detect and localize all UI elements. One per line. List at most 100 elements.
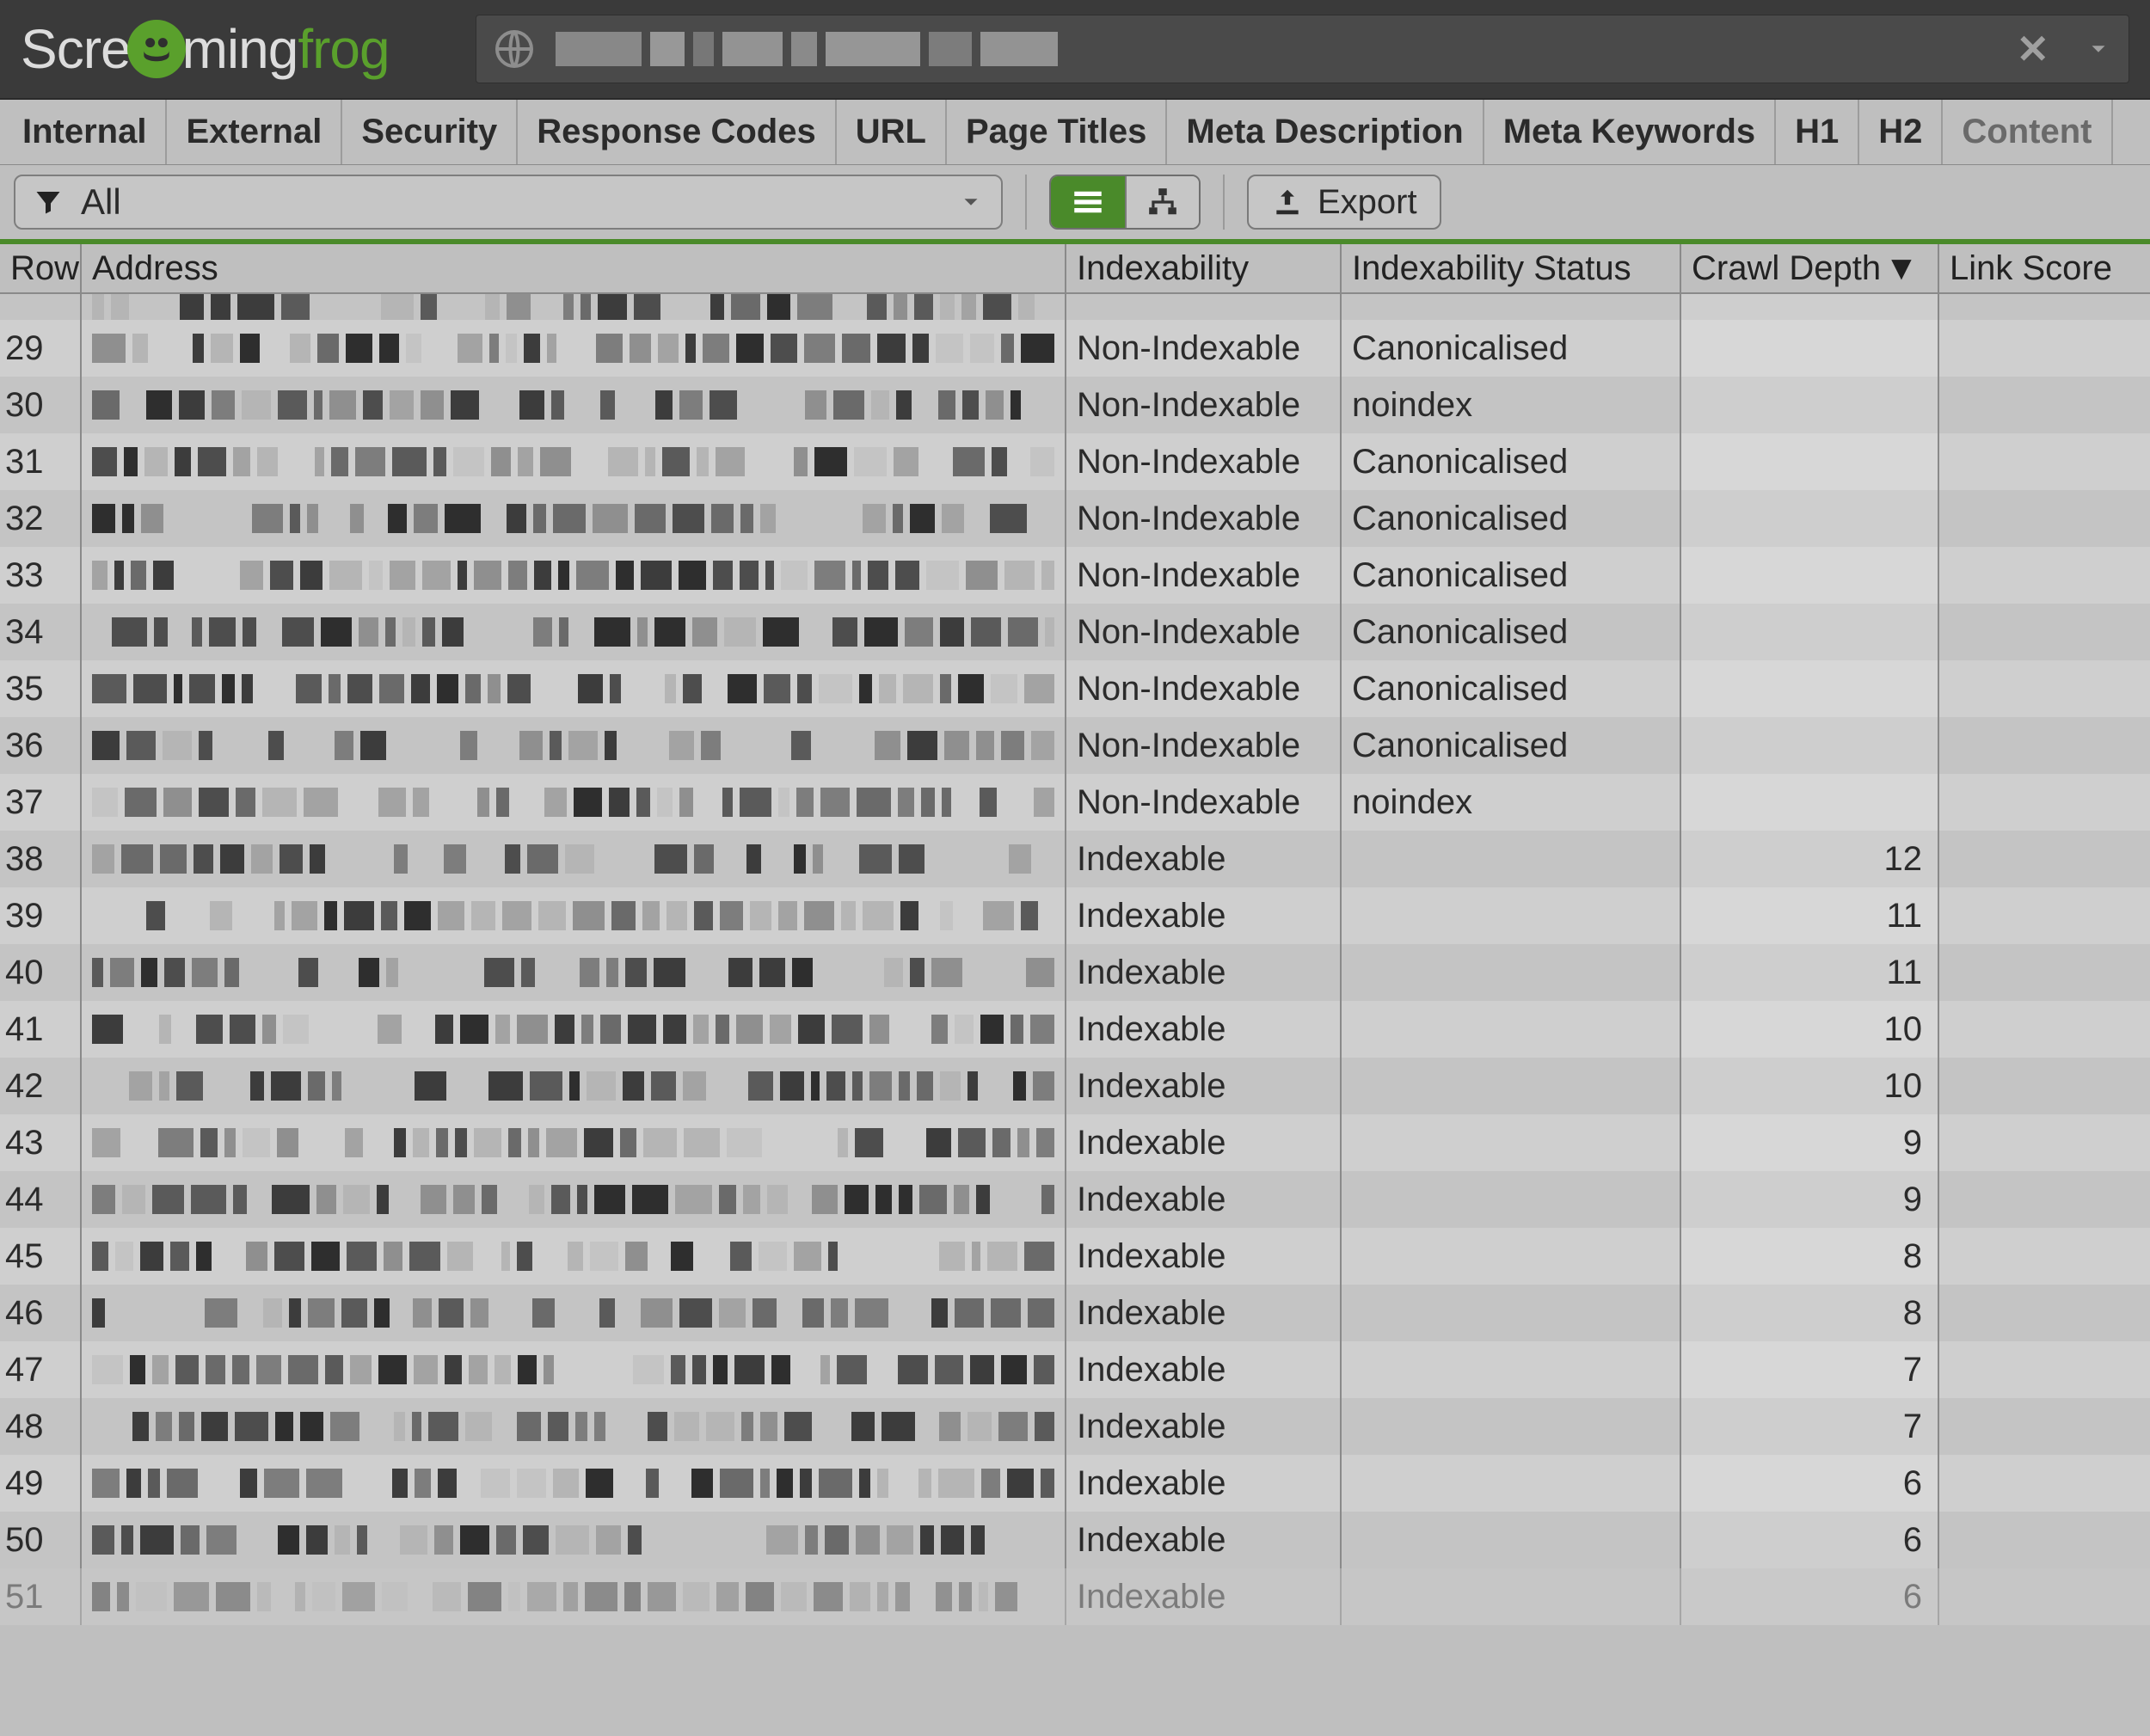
cell-indexability: Non-Indexable [1066,320,1342,377]
col-address[interactable]: Address [82,244,1066,292]
cell-crawl-depth [1681,433,1939,490]
clear-url-icon[interactable]: ✕ [2016,26,2049,72]
cell-indexability: Non-Indexable [1066,774,1342,831]
tree-view-button[interactable] [1125,176,1199,228]
cell-row: 45 [0,1228,82,1285]
cell-address [82,1285,1066,1341]
table-row[interactable]: 39Indexable11 [0,887,2150,944]
table-row[interactable]: 48Indexable7 [0,1398,2150,1455]
table-row[interactable]: 40Indexable11 [0,944,2150,1001]
tab-response-codes[interactable]: Response Codes [518,100,837,164]
tab-internal[interactable]: Internal [3,100,167,164]
cell-crawl-depth [1681,604,1939,660]
cell-link-score [1939,1455,2150,1512]
col-row[interactable]: Row [0,244,82,292]
cell-row: 46 [0,1285,82,1341]
cell-link-score [1939,887,2150,944]
export-button[interactable]: Export [1247,175,1441,230]
tab-security[interactable]: Security [342,100,518,164]
cell-crawl-depth: 9 [1681,1171,1939,1228]
table-row[interactable]: 38Indexable12 [0,831,2150,887]
table-row[interactable]: 33Non-IndexableCanonicalised [0,547,2150,604]
filter-dropdown[interactable]: All [14,175,1003,230]
list-icon [1070,184,1106,220]
table-row[interactable]: 42Indexable10 [0,1058,2150,1114]
cell-indexability: Indexable [1066,1001,1342,1058]
tab-external[interactable]: External [167,100,342,164]
toolbar: All Export [0,165,2150,244]
cell-row: 48 [0,1398,82,1455]
table-row[interactable]: 47Indexable7 [0,1341,2150,1398]
cell-crawl-depth: 6 [1681,1455,1939,1512]
col-link-score[interactable]: Link Score [1939,244,2150,292]
address-redacted [92,446,1054,477]
table-row[interactable]: 46Indexable8 [0,1285,2150,1341]
cell-link-score [1939,320,2150,377]
col-indexability[interactable]: Indexability [1066,244,1342,292]
cell-address [82,1058,1066,1114]
cell-indexability-status [1342,1341,1681,1398]
cell-address [82,831,1066,887]
tab-h1[interactable]: H1 [1776,100,1859,164]
col-crawl-depth[interactable]: Crawl Depth ▼ [1681,244,1939,292]
table-row[interactable]: 35Non-IndexableCanonicalised [0,660,2150,717]
cell-address [82,377,1066,433]
tab-content[interactable]: Content [1943,100,2112,164]
cell-indexability-status [1342,1568,1681,1625]
cell-crawl-depth [1681,320,1939,377]
table-row[interactable]: 32Non-IndexableCanonicalised [0,490,2150,547]
table-row[interactable]: 29Non-IndexableCanonicalised [0,320,2150,377]
table-header: Row Address Indexability Indexability St… [0,244,2150,294]
table-row[interactable]: 30Non-Indexablenoindex [0,377,2150,433]
tab-page-titles[interactable]: Page Titles [947,100,1167,164]
table-row[interactable]: 45Indexable8 [0,1228,2150,1285]
cell-crawl-depth: 7 [1681,1341,1939,1398]
table-row[interactable]: 37Non-Indexablenoindex [0,774,2150,831]
url-dropdown-icon[interactable] [2086,36,2111,62]
table-row[interactable]: 51Indexable6 [0,1568,2150,1625]
table-row[interactable]: 44Indexable9 [0,1171,2150,1228]
list-view-button[interactable] [1051,176,1125,228]
tab-url[interactable]: URL [837,100,947,164]
view-toggle [1049,175,1201,230]
address-redacted [92,900,1054,931]
cell-crawl-depth: 11 [1681,887,1939,944]
table-row[interactable]: 36Non-IndexableCanonicalised [0,717,2150,774]
cell-link-score [1939,1341,2150,1398]
address-redacted [92,1241,1054,1272]
url-input-bar[interactable]: ✕ [476,15,2129,83]
table-row[interactable]: 34Non-IndexableCanonicalised [0,604,2150,660]
cell-crawl-depth: 11 [1681,944,1939,1001]
cell-crawl-depth: 8 [1681,1285,1939,1341]
table-row[interactable]: 50Indexable6 [0,1512,2150,1568]
tab-meta-description[interactable]: Meta Description [1167,100,1484,164]
table-row[interactable]: 41Indexable10 [0,1001,2150,1058]
table-row[interactable] [0,294,2150,320]
cell-crawl-depth: 6 [1681,1512,1939,1568]
cell-row: 50 [0,1512,82,1568]
cell-indexability: Indexable [1066,1171,1342,1228]
table-row[interactable]: 49Indexable6 [0,1455,2150,1512]
cell-indexability: Non-Indexable [1066,660,1342,717]
address-redacted [92,1581,1054,1612]
tab-h2[interactable]: H2 [1859,100,1943,164]
table-row[interactable]: 31Non-IndexableCanonicalised [0,433,2150,490]
cell-indexability-status: Canonicalised [1342,490,1681,547]
cell-indexability-status: noindex [1342,377,1681,433]
cell-address [82,1512,1066,1568]
cell-indexability: Indexable [1066,1341,1342,1398]
cell-crawl-depth [1681,717,1939,774]
address-redacted [92,503,1054,534]
cell-row: 30 [0,377,82,433]
title-bar: Scre ming frog ✕ [0,0,2150,100]
table-row[interactable]: 43Indexable9 [0,1114,2150,1171]
col-indexability-status[interactable]: Indexability Status [1342,244,1681,292]
cell-address [82,1228,1066,1285]
cell-indexability: Indexable [1066,944,1342,1001]
cell-indexability-status: Canonicalised [1342,660,1681,717]
cell-link-score [1939,774,2150,831]
cell-link-score [1939,1568,2150,1625]
tab-meta-keywords[interactable]: Meta Keywords [1484,100,1776,164]
cell-indexability-status: noindex [1342,774,1681,831]
cell-link-score [1939,1058,2150,1114]
